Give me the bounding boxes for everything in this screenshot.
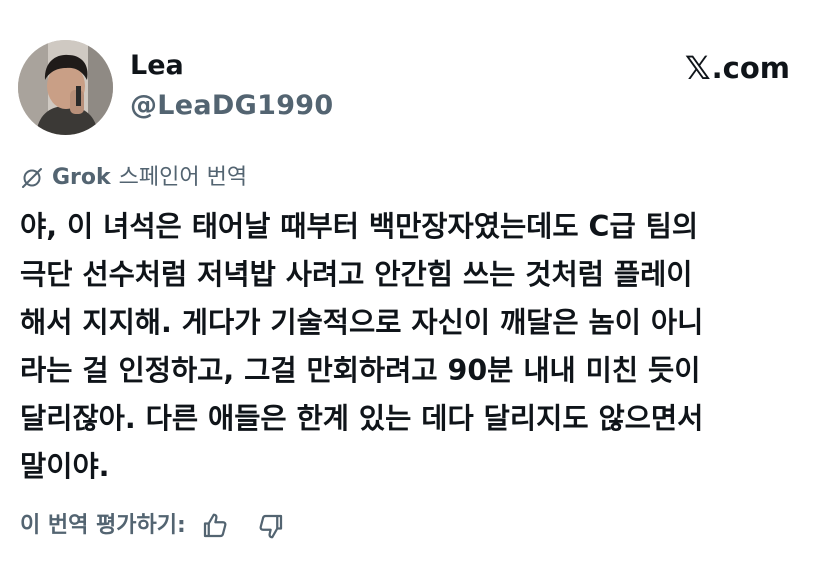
tweet-text-line: 해서 지지해. 게다가 기술적으로 자신이 깨달은 놈이 아니 bbox=[20, 306, 704, 339]
x-logo-icon: 𝕏 bbox=[684, 49, 711, 87]
tweet-text-line: 극단 선수처럼 저녁밥 사려고 안간힘 쓰는 것처럼 플레이 bbox=[20, 258, 693, 291]
grok-label: Grok bbox=[52, 165, 111, 190]
rate-translation: 이 번역 평가하기: bbox=[20, 510, 312, 542]
x-com-brand: 𝕏 .com bbox=[685, 50, 790, 86]
grok-icon bbox=[22, 168, 42, 188]
avatar-image bbox=[18, 40, 113, 135]
tweet-card: Lea @LeaDG1990 𝕏 .com Grok 스페인어 번역 야, 이 … bbox=[0, 0, 828, 575]
tweet-text-line: 라는 걸 인정하고, 그걸 만회하려고 90분 내내 미친 듯이 bbox=[20, 354, 701, 387]
tweet-text: 야, 이 녀석은 태어날 때부터 백만장자였는데도 C급 팀의 극단 선수처럼 … bbox=[20, 203, 810, 491]
translation-language-label: 스페인어 번역 bbox=[118, 165, 248, 190]
tweet-text-line: 야, 이 녀석은 태어날 때부터 백만장자였는데도 C급 팀의 bbox=[20, 210, 699, 243]
thumbs-down-icon[interactable] bbox=[256, 511, 286, 541]
author-handle[interactable]: @LeaDG1990 bbox=[130, 88, 333, 124]
avatar[interactable] bbox=[18, 40, 113, 135]
thumbs-up-icon[interactable] bbox=[200, 511, 230, 541]
author-display-name[interactable]: Lea bbox=[130, 48, 184, 84]
brand-suffix: .com bbox=[711, 51, 790, 85]
translation-attribution: Grok 스페인어 번역 bbox=[20, 162, 247, 194]
tweet-text-line: 달리잖아. 다른 애들은 한계 있는 데다 달리지도 않으면서 bbox=[20, 402, 704, 435]
rate-translation-label: 이 번역 평가하기: bbox=[20, 513, 186, 538]
tweet-text-line: 말이야. bbox=[20, 450, 110, 483]
